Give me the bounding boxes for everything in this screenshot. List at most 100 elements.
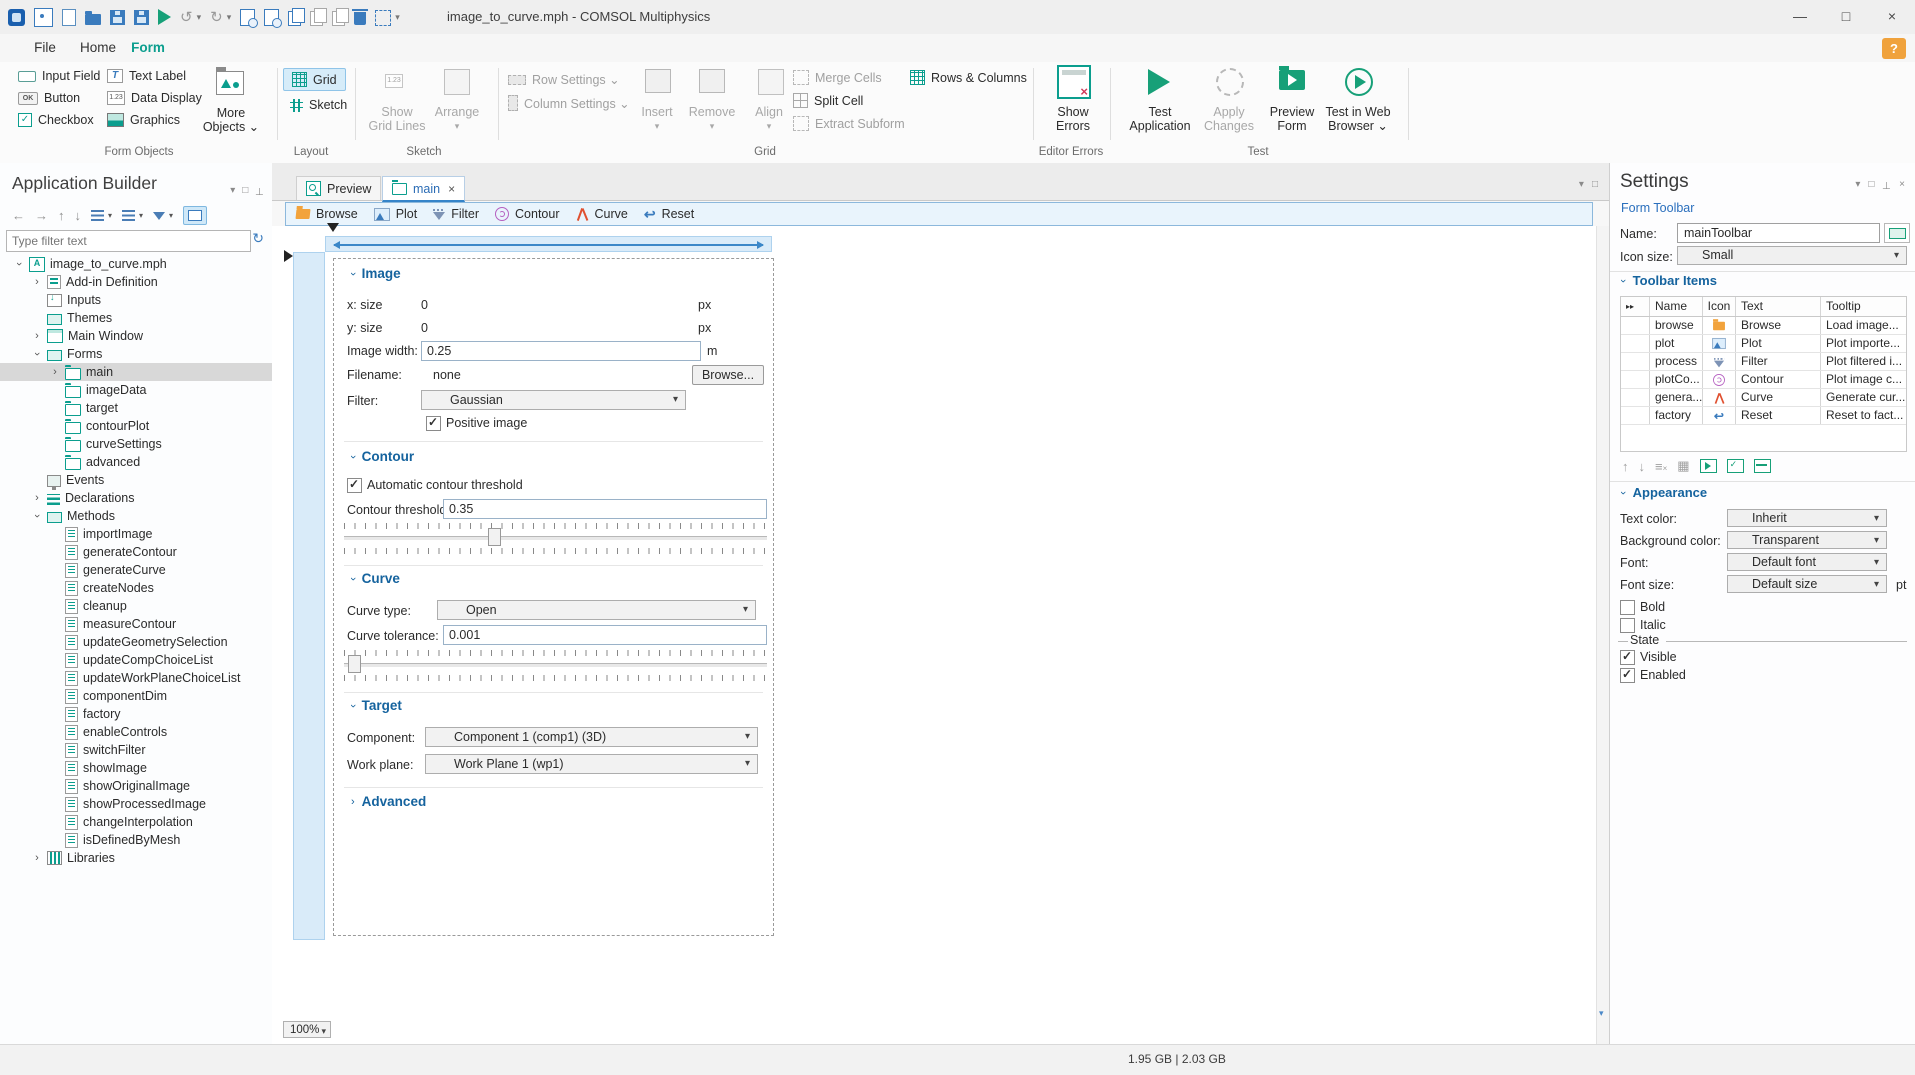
scroll-down-icon[interactable]: ▾ — [1599, 1008, 1604, 1019]
cell-icon[interactable]: ↩ — [1703, 407, 1736, 424]
browse-file-button[interactable]: Browse... — [692, 365, 764, 385]
cell-name[interactable]: plot — [1650, 335, 1703, 352]
section-advanced[interactable]: › Advanced — [351, 794, 426, 809]
ribbon-test-application[interactable]: Test Application — [1129, 105, 1190, 133]
ribbon-checkbox[interactable]: ✓ Checkbox — [18, 113, 94, 127]
tree-filter-input[interactable] — [6, 230, 251, 252]
show-grid-toggle-button[interactable] — [183, 206, 208, 225]
ribbon-split-cell[interactable]: Split Cell — [793, 93, 863, 108]
inspect-file-icon[interactable] — [264, 8, 283, 28]
ribbon-more-objects[interactable] — [216, 67, 244, 98]
select-region-icon[interactable] — [375, 9, 392, 26]
refresh-icon[interactable]: ↻ — [252, 230, 264, 247]
cell-text[interactable]: Plot — [1736, 335, 1821, 352]
filter-toolbar-button[interactable]: Filter — [433, 207, 479, 221]
panel-pin-icon[interactable]: ⊤ — [255, 185, 264, 196]
expand-all-caret[interactable]: ▾ — [108, 211, 112, 220]
ribbon-column-settings[interactable]: Column Settings ⌄ — [508, 95, 630, 111]
work-plane-dropdown[interactable]: Work Plane 1 (wp1) — [425, 754, 758, 774]
tree-expander-icon[interactable]: › — [13, 259, 25, 269]
positive-image-checkbox[interactable] — [426, 415, 441, 431]
visible-checkbox[interactable] — [1620, 649, 1635, 665]
ribbon-grid-toggle[interactable]: Grid — [283, 68, 346, 91]
text-color-dropdown[interactable]: Inherit — [1727, 509, 1887, 527]
tree-item-image_to_curve.mph[interactable]: › Aimage_to_curve.mph — [0, 255, 272, 273]
move-down-button[interactable]: ↓ — [1639, 459, 1646, 474]
ribbon-show-grid-lines[interactable]: Show Grid Lines — [369, 105, 426, 133]
section-contour[interactable]: › Contour — [347, 449, 414, 464]
row-handle[interactable] — [1621, 353, 1650, 370]
tree-item-imageData[interactable]: imageData — [0, 381, 272, 399]
tree-item-cleanup[interactable]: cleanup — [0, 597, 272, 615]
table-row[interactable]: plotCo... Contour Plot image c... — [1621, 371, 1906, 389]
contour-threshold-input[interactable]: 0.35 — [443, 499, 767, 519]
tree-item-updateCompChoiceList[interactable]: updateCompChoiceList — [0, 651, 272, 669]
delete-icon[interactable] — [352, 9, 369, 25]
font-dropdown[interactable]: Default font — [1727, 553, 1887, 571]
table-row[interactable]: process Filter Plot filtered i... — [1621, 353, 1906, 371]
section-curve-chevron-icon[interactable]: › — [347, 577, 359, 581]
ribbon-remove[interactable]: Remove ▾ — [689, 105, 736, 133]
section-target[interactable]: › Target — [347, 698, 402, 713]
save-icon[interactable] — [110, 10, 125, 25]
cell-tooltip[interactable]: Generate cur... — [1821, 389, 1906, 406]
ribbon-apply-changes[interactable]: Apply Changes — [1204, 105, 1254, 133]
toolbar-items-chevron-icon[interactable]: › — [1617, 279, 1629, 283]
curve-tolerance-input[interactable]: 0.001 — [443, 625, 767, 645]
cell-icon[interactable] — [1703, 317, 1736, 334]
ribbon-data-display[interactable]: 1.23 Data Display — [107, 91, 202, 105]
tree-item-updateWorkPlaneChoiceList[interactable]: updateWorkPlaneChoiceList — [0, 669, 272, 687]
nav-down-icon[interactable]: ↓ — [75, 208, 82, 223]
remove-item-button[interactable]: ≡× — [1655, 459, 1667, 474]
tree-item-contourPlot[interactable]: contourPlot — [0, 417, 272, 435]
settings-close-icon[interactable]: × — [1899, 179, 1905, 190]
cell-icon[interactable] — [1703, 371, 1736, 388]
ribbon-merge-cells[interactable]: Merge Cells — [793, 70, 882, 85]
bold-checkbox[interactable] — [1620, 600, 1635, 615]
curve-toolbar-button[interactable]: Curve — [576, 207, 628, 221]
section-image-chevron-icon[interactable]: › — [347, 272, 359, 276]
cell-text[interactable]: Reset — [1736, 407, 1821, 424]
browse-toolbar-button[interactable]: Browse — [295, 207, 358, 221]
ribbon-test-web-browser[interactable]: Test in Web Browser ⌄ — [1325, 105, 1390, 133]
ribbon-text-label[interactable]: T Text Label — [107, 69, 186, 83]
icon-size-dropdown[interactable]: Small — [1677, 246, 1907, 265]
section-toolbar-items[interactable]: › Toolbar Items — [1617, 273, 1717, 288]
tree-expander-icon[interactable]: › — [31, 511, 43, 521]
ribbon-insert[interactable]: Insert ▾ — [641, 105, 672, 133]
cell-text[interactable]: Filter — [1736, 353, 1821, 370]
curve-type-dropdown[interactable]: Open — [437, 600, 756, 620]
filter-caret[interactable]: ▾ — [169, 211, 173, 220]
column-header-text[interactable]: Text — [1736, 297, 1821, 316]
toolbar-options-caret[interactable]: ▾ — [395, 12, 400, 23]
enabled-checkbox[interactable] — [1620, 667, 1635, 683]
ribbon-input-field[interactable]: Input Field — [18, 69, 100, 83]
new-file-icon[interactable] — [62, 9, 76, 26]
ribbon-show-errors[interactable]: Show Errors — [1056, 105, 1090, 133]
redo-icon[interactable]: ↻ — [210, 9, 223, 26]
tab-main[interactable]: main × — [382, 176, 466, 202]
cell-icon[interactable] — [1703, 335, 1736, 352]
expand-all-icon[interactable] — [91, 210, 104, 221]
ribbon-graphics[interactable]: Graphics — [107, 113, 180, 127]
tree-item-Methods[interactable]: › Methods — [0, 507, 272, 525]
ribbon-align[interactable]: Align ▾ — [755, 105, 783, 133]
tree-item-createNodes[interactable]: createNodes — [0, 579, 272, 597]
name-input[interactable]: mainToolbar — [1677, 223, 1880, 243]
tree-expander-icon[interactable]: › — [31, 349, 43, 359]
cell-name[interactable]: genera... — [1650, 389, 1703, 406]
table-row[interactable]: browse Browse Load image... — [1621, 317, 1906, 335]
row-resize-strip[interactable] — [293, 252, 325, 940]
form-grid-cell[interactable]: › Image x: size 0 px y: size 0 px Image … — [333, 258, 774, 936]
zoom-level-dropdown[interactable]: 100% — [283, 1021, 331, 1039]
cell-tooltip[interactable]: Plot image c... — [1821, 371, 1906, 388]
collapse-all-icon[interactable] — [122, 210, 136, 221]
cell-icon[interactable] — [1703, 353, 1736, 370]
copy-icon[interactable] — [288, 7, 306, 26]
edit-item-button[interactable]: ▦ — [1677, 458, 1689, 474]
curve-slider-track[interactable] — [344, 663, 767, 667]
tree-item-generateContour[interactable]: generateContour — [0, 543, 272, 561]
filter-dropdown[interactable]: Gaussian — [421, 390, 686, 410]
nav-up-icon[interactable]: ↑ — [58, 208, 65, 223]
undo-menu-caret[interactable]: ▾ — [197, 12, 202, 23]
